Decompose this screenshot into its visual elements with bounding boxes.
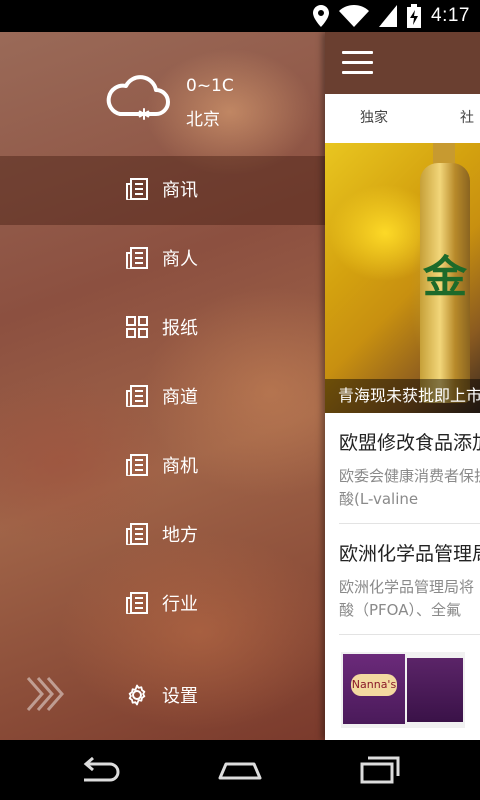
- news-icon: [126, 247, 148, 269]
- bottle-label: 金: [423, 252, 467, 303]
- menu-icon[interactable]: [342, 51, 373, 75]
- featured-banner[interactable]: 金 青海现未获批即上市: [325, 143, 480, 413]
- sidebar-item-2[interactable]: 商人: [0, 225, 325, 294]
- sidebar-item-label: 报纸: [162, 318, 198, 339]
- sidebar-item-7[interactable]: 行业: [0, 570, 325, 639]
- product-brand: Nanna's: [351, 674, 397, 696]
- sidebar-item-settings[interactable]: 设置: [0, 662, 325, 731]
- city-label: 北京: [186, 110, 220, 130]
- location-icon: [313, 5, 330, 27]
- sidebar-item-label: 商道: [162, 387, 198, 408]
- system-nav-bar: [0, 740, 480, 800]
- sidebar-item-3[interactable]: 报纸: [0, 294, 325, 363]
- list-item[interactable]: 欧洲化学品管理局 欧洲化学品管理局将 酸（PFOA）、全氟: [339, 539, 480, 622]
- summary-line: 酸(L-valine: [339, 490, 419, 508]
- settings-label: 设置: [162, 686, 198, 707]
- news-icon: [126, 523, 148, 545]
- status-bar: 4:17: [0, 0, 480, 32]
- summary-line: 欧委会健康消费者保护: [339, 467, 480, 485]
- navigation-drawer: 0~1C 北京 商讯商人报纸商道商机地方行业 设置: [0, 32, 325, 740]
- summary-line: 酸（PFOA）、全氟: [339, 601, 461, 619]
- gear-icon: [128, 684, 146, 706]
- tab-exclusive[interactable]: 独家: [360, 94, 388, 143]
- article-title: 欧盟修改食品添加剂: [339, 432, 480, 454]
- grid-icon: [126, 316, 148, 338]
- cloud-snow-icon: [106, 75, 170, 120]
- news-icon: [126, 454, 148, 476]
- banner-caption: 青海现未获批即上市: [325, 379, 480, 413]
- sidebar-item-1[interactable]: 商讯: [0, 156, 325, 225]
- product-image: [407, 658, 463, 722]
- sidebar-item-label: 商讯: [162, 180, 198, 201]
- news-icon: [126, 178, 148, 200]
- sidebar-item-label: 地方: [162, 525, 198, 546]
- weather-widget[interactable]: 0~1C 北京: [104, 72, 304, 132]
- home-icon[interactable]: [218, 754, 262, 786]
- clock: 4:17: [431, 5, 470, 26]
- article-summary: 欧委会健康消费者保护 酸(L-valine: [339, 465, 480, 511]
- category-tabs: 独家 社会: [325, 94, 480, 175]
- summary-line: 欧洲化学品管理局将: [339, 578, 475, 596]
- article-summary: 欧洲化学品管理局将 酸（PFOA）、全氟: [339, 576, 480, 622]
- sidebar-item-5[interactable]: 商机: [0, 432, 325, 501]
- sidebar-item-4[interactable]: 商道: [0, 363, 325, 432]
- battery-charging-icon: [407, 4, 422, 28]
- main-content: 独家 社会 金 青海现未获批即上市 欧盟修改食品添加剂 欧委会健康消费者保护 酸…: [325, 32, 480, 740]
- list-item[interactable]: 欧盟修改食品添加剂 欧委会健康消费者保护 酸(L-valine: [339, 428, 480, 511]
- article-thumbnail[interactable]: Nanna's: [341, 652, 465, 728]
- article-title: 欧洲化学品管理局: [339, 543, 480, 565]
- sidebar-item-label: 行业: [162, 594, 198, 615]
- divider: [339, 523, 480, 524]
- signal-icon: [379, 5, 398, 27]
- sidebar-item-label: 商机: [162, 456, 198, 477]
- recent-apps-icon[interactable]: [358, 754, 402, 786]
- back-icon[interactable]: [78, 754, 122, 786]
- temperature-label: 0~1C: [186, 76, 234, 96]
- divider: [339, 634, 480, 635]
- news-icon: [126, 385, 148, 407]
- toolbar: [325, 32, 480, 94]
- wifi-icon: [339, 5, 370, 27]
- news-icon: [126, 592, 148, 614]
- sidebar-item-label: 商人: [162, 249, 198, 270]
- sidebar-item-6[interactable]: 地方: [0, 501, 325, 570]
